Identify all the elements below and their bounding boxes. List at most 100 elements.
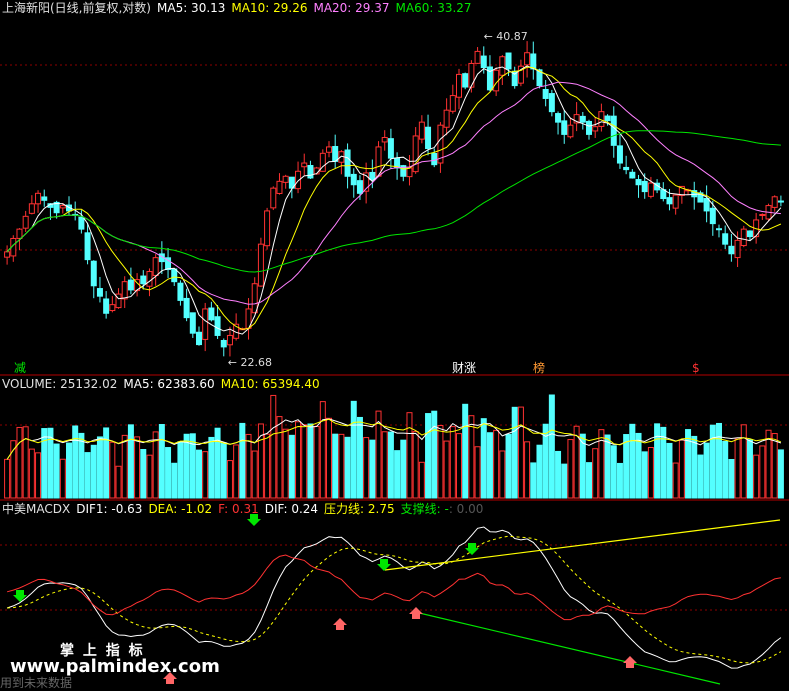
volume-bar	[511, 406, 518, 499]
volume-bar	[623, 434, 630, 499]
volume-bar	[245, 433, 252, 499]
volume-bar	[660, 426, 667, 499]
volume-bar	[499, 450, 506, 499]
candle-body	[332, 146, 339, 162]
support-line	[414, 611, 721, 685]
candle-body	[641, 180, 648, 193]
buy-signal-arrow	[623, 656, 637, 668]
candle-body	[381, 137, 388, 143]
volume-bar	[109, 441, 116, 499]
candle-body	[456, 73, 462, 98]
volume-bar	[28, 448, 35, 499]
volume-bar	[326, 417, 332, 499]
candle-body	[592, 126, 599, 132]
candle-body	[666, 197, 673, 205]
volume-bar	[103, 427, 110, 499]
volume-bar	[412, 431, 419, 499]
candle-body	[127, 279, 134, 291]
volume-bar	[716, 422, 722, 499]
volume-bar	[678, 439, 685, 499]
volume-bar	[134, 436, 141, 499]
volume-bar	[202, 451, 209, 499]
candle-body	[41, 196, 48, 201]
volume-bar	[691, 435, 698, 499]
candle-body	[542, 88, 549, 99]
candle-body	[369, 171, 376, 181]
volume-bar	[214, 427, 221, 499]
candle-body	[109, 304, 116, 312]
candle-body	[270, 187, 277, 209]
volume-bar	[561, 463, 568, 499]
candle-body	[425, 126, 432, 150]
volume-bar	[400, 439, 407, 499]
volume-bar	[196, 449, 202, 499]
candle-body	[480, 55, 487, 69]
candle-body	[586, 120, 592, 135]
volume-bar	[536, 444, 543, 499]
candle-body	[202, 308, 209, 340]
candle-body	[505, 52, 512, 70]
volume-bar	[647, 447, 654, 499]
candle-body	[734, 239, 741, 259]
candle-body	[443, 109, 450, 128]
volume-bar	[16, 426, 23, 499]
candle-body	[22, 215, 29, 229]
volume-bar	[548, 394, 555, 499]
volume-bar	[722, 440, 729, 499]
candle-body	[78, 216, 85, 230]
volume-bar	[381, 431, 388, 499]
candle-body	[326, 146, 332, 153]
candle-body	[146, 271, 153, 287]
candle-body	[84, 232, 91, 261]
volume-bar	[276, 416, 283, 499]
volume-bar	[208, 436, 215, 499]
volume-bar	[319, 401, 326, 499]
volume-bar	[332, 433, 339, 499]
volume-bar	[226, 460, 233, 499]
candle-body	[171, 268, 178, 283]
list-tag: 榜	[533, 360, 545, 375]
candle-body	[449, 95, 456, 112]
volume-bar	[753, 454, 760, 499]
candle-body	[716, 228, 722, 231]
volume-bar	[338, 433, 345, 499]
candle-body	[152, 257, 159, 276]
volume-bar	[425, 413, 432, 499]
volume-bar	[771, 433, 778, 499]
candle-body	[759, 214, 766, 217]
volume-bar	[505, 433, 512, 499]
candle-body	[530, 53, 537, 70]
candle-body	[567, 124, 574, 138]
volume-bar	[759, 445, 766, 499]
volume-bar	[270, 394, 277, 499]
sell-signal-arrow	[247, 514, 261, 526]
volume-bar	[431, 410, 438, 499]
volume-bar	[350, 400, 357, 499]
volume-bar	[437, 424, 444, 499]
volume-bar	[158, 424, 165, 499]
volume-bar	[66, 442, 72, 499]
candle-body	[220, 340, 227, 348]
candle-body	[387, 138, 394, 159]
candle-body	[406, 167, 413, 178]
buy-signal-arrow	[333, 618, 347, 630]
stock-chart[interactable]: ← 40.87 ← 22.68 减 财涨 榜 $	[0, 0, 789, 688]
volume-bar	[517, 406, 524, 499]
volume-bar	[592, 448, 599, 499]
volume-bar	[264, 433, 271, 499]
watermark-sub: 用到未来数据	[0, 676, 73, 690]
candle-body	[703, 197, 710, 212]
volume-bar	[703, 442, 710, 499]
candle-body	[629, 171, 636, 179]
volume-bar	[146, 454, 153, 499]
candle-body	[226, 334, 233, 346]
volume-bar	[524, 441, 531, 499]
candle-body	[431, 152, 438, 166]
candle-body	[28, 203, 35, 214]
candle-body	[196, 331, 202, 346]
volume-bar	[666, 442, 673, 499]
candle-body	[189, 312, 196, 334]
candle-body	[635, 179, 642, 186]
candle-body	[728, 245, 735, 255]
candle-body	[746, 230, 753, 238]
